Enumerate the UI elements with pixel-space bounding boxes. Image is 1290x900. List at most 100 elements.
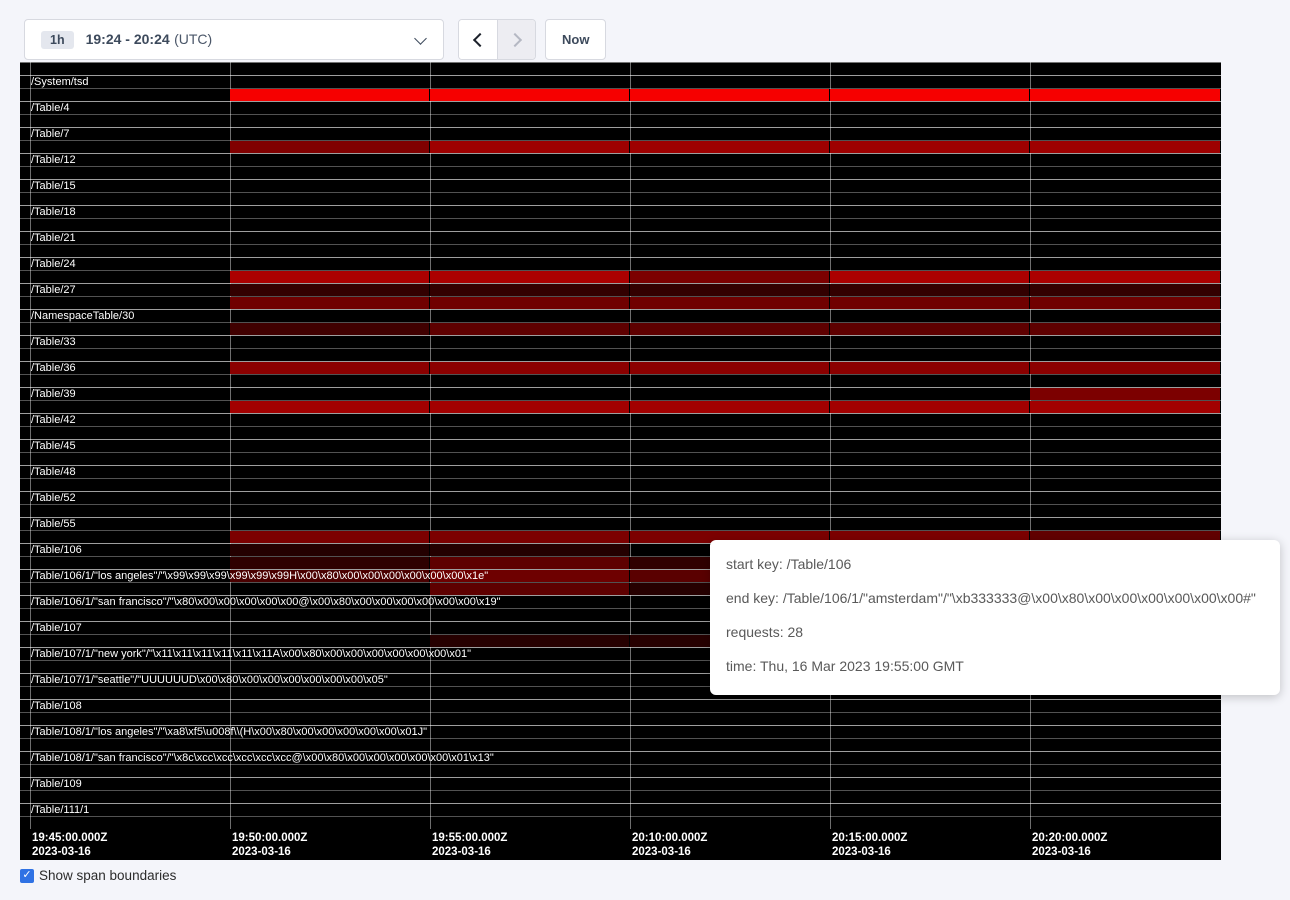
heatmap-cell[interactable] [830,362,1030,374]
heatmap-cell[interactable] [430,544,630,556]
heatmap-cell[interactable] [30,635,230,647]
heatmap-cell[interactable] [230,271,430,283]
heatmap-cell[interactable] [630,804,830,816]
heatmap-cell[interactable] [430,739,630,751]
heatmap-cell[interactable] [30,583,230,595]
heatmap-cell[interactable] [630,89,830,101]
heatmap-cell[interactable] [230,206,430,218]
now-button[interactable]: Now [545,19,606,60]
heatmap-cell[interactable] [830,271,1030,283]
heatmap-cell[interactable] [430,414,630,426]
heatmap-cell[interactable] [1030,232,1221,244]
heatmap-cell[interactable] [230,492,430,504]
heatmap-cell[interactable] [1030,102,1221,114]
heatmap-cell[interactable] [230,531,430,543]
heatmap-cell[interactable] [230,323,430,335]
heatmap-cell[interactable] [1030,505,1221,517]
heatmap-cell[interactable] [430,102,630,114]
heatmap-cell[interactable] [230,349,430,361]
heatmap-cell[interactable] [30,167,230,179]
heatmap-cell[interactable] [230,687,430,699]
heatmap-cell[interactable] [830,453,1030,465]
heatmap-cell[interactable] [430,232,630,244]
heatmap-cell[interactable] [230,102,430,114]
heatmap-cell[interactable] [430,479,630,491]
heatmap-cell[interactable] [230,791,430,803]
heatmap-cell[interactable] [30,713,230,725]
heatmap-cell[interactable] [830,388,1030,400]
heatmap-cell[interactable] [230,362,430,374]
heatmap-cell[interactable] [830,310,1030,322]
heatmap-cell[interactable] [1030,375,1221,387]
heatmap-cell[interactable] [30,791,230,803]
heatmap-cell[interactable] [630,180,830,192]
heatmap-cell[interactable] [630,752,830,764]
heatmap-cell[interactable] [230,609,430,621]
heatmap-cell[interactable] [230,63,430,75]
heatmap-cell[interactable] [630,323,830,335]
heatmap-cell[interactable] [830,232,1030,244]
heatmap-cell[interactable] [830,349,1030,361]
heatmap-cell[interactable] [30,323,230,335]
heatmap-cell[interactable] [430,180,630,192]
heatmap-cell[interactable] [430,141,630,153]
heatmap-cell[interactable] [30,453,230,465]
heatmap-cell[interactable] [430,453,630,465]
heatmap-cell[interactable] [30,687,230,699]
heatmap-cell[interactable] [230,258,430,270]
key-visualizer-canvas[interactable]: /System/tsd/Table/4/Table/7/Table/12/Tab… [20,62,1221,860]
heatmap-cell[interactable] [630,284,830,296]
heatmap-cell[interactable] [1030,206,1221,218]
heatmap-cell[interactable] [630,427,830,439]
heatmap-cell[interactable] [430,713,630,725]
heatmap-cell[interactable] [1030,219,1221,231]
heatmap-cell[interactable] [630,375,830,387]
heatmap-cell[interactable] [1030,128,1221,140]
heatmap-cell[interactable] [1030,323,1221,335]
heatmap-cell[interactable] [30,739,230,751]
heatmap-cell[interactable] [1030,518,1221,530]
heatmap-cell[interactable] [1030,440,1221,452]
heatmap-cell[interactable] [1030,180,1221,192]
heatmap-cell[interactable] [430,609,630,621]
heatmap-cell[interactable] [830,115,1030,127]
heatmap-cell[interactable] [630,466,830,478]
heatmap-cell[interactable] [630,505,830,517]
heatmap-cell[interactable] [630,518,830,530]
heatmap-cell[interactable] [630,739,830,751]
heatmap-cell[interactable] [30,63,230,75]
heatmap-cell[interactable] [830,401,1030,413]
heatmap-cell[interactable] [230,778,430,790]
heatmap-cell[interactable] [430,362,630,374]
heatmap-cell[interactable] [830,466,1030,478]
heatmap-cell[interactable] [630,440,830,452]
heatmap-cell[interactable] [1030,258,1221,270]
heatmap-cell[interactable] [230,622,430,634]
heatmap-cell[interactable] [430,349,630,361]
heatmap-cell[interactable] [430,440,630,452]
heatmap-cell[interactable] [230,284,430,296]
heatmap-cell[interactable] [230,414,430,426]
heatmap-cell[interactable] [430,219,630,231]
heatmap-cell[interactable] [630,479,830,491]
heatmap-cell[interactable] [30,297,230,309]
heatmap-cell[interactable] [230,583,430,595]
heatmap-cell[interactable] [1030,817,1221,829]
heatmap-cell[interactable] [230,128,430,140]
heatmap-cell[interactable] [630,232,830,244]
heatmap-cell[interactable] [230,401,430,413]
heatmap-cell[interactable] [430,492,630,504]
heatmap-cell[interactable] [630,700,830,712]
heatmap-cell[interactable] [30,479,230,491]
heatmap-cell[interactable] [430,388,630,400]
heatmap-cell[interactable] [1030,115,1221,127]
next-interval-button[interactable] [497,20,535,59]
heatmap-cell[interactable] [230,232,430,244]
heatmap-cell[interactable] [230,505,430,517]
heatmap-cell[interactable] [830,817,1030,829]
heatmap-cell[interactable] [30,115,230,127]
heatmap-cell[interactable] [430,310,630,322]
heatmap-cell[interactable] [1030,154,1221,166]
heatmap-cell[interactable] [830,102,1030,114]
heatmap-cell[interactable] [830,258,1030,270]
